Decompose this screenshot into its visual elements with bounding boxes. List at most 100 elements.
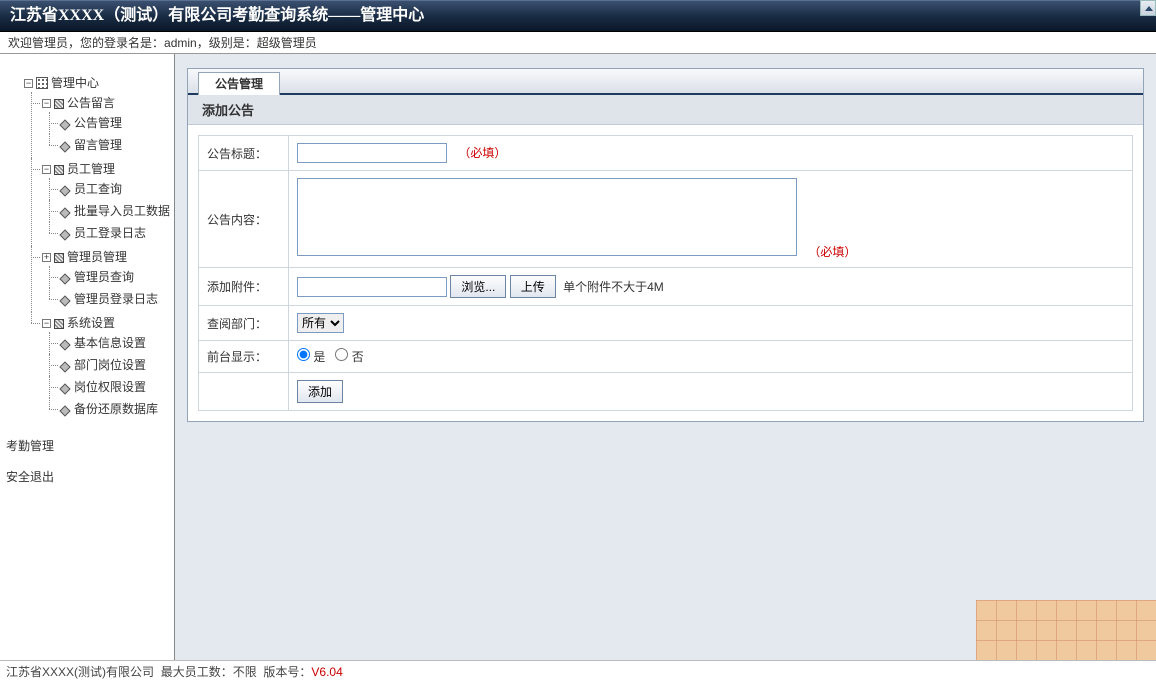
tree-item[interactable]: 基本信息设置 xyxy=(42,332,174,354)
leaf-icon xyxy=(59,229,70,240)
attach-hint: 单个附件不大于4M xyxy=(563,280,664,294)
content-textarea[interactable] xyxy=(297,178,797,256)
tab-active[interactable]: 公告管理 xyxy=(198,72,280,95)
item-label[interactable]: 管理员登录日志 xyxy=(74,292,158,306)
group-label[interactable]: 管理员管理 xyxy=(67,250,127,264)
dept-select[interactable]: 所有 xyxy=(297,313,344,333)
tree-group-0[interactable]: − 公告留言 公告管理 留言管理 xyxy=(24,92,174,158)
leaf-icon xyxy=(59,119,70,130)
label-attach: 添加附件： xyxy=(199,268,289,306)
section-title: 添加公告 xyxy=(188,95,1143,125)
tree-item[interactable]: 公告管理 xyxy=(42,112,174,134)
footer-company: 江苏省XXXX(测试)有限公司 xyxy=(6,665,154,679)
item-label[interactable]: 岗位权限设置 xyxy=(74,380,146,394)
item-label[interactable]: 员工查询 xyxy=(74,182,122,196)
group-label[interactable]: 系统设置 xyxy=(67,316,115,330)
scroll-up-icon[interactable] xyxy=(1140,0,1156,16)
item-label[interactable]: 基本信息设置 xyxy=(74,336,146,350)
item-label[interactable]: 部门岗位设置 xyxy=(74,358,146,372)
collapse-icon[interactable]: − xyxy=(24,79,33,88)
footer: 江苏省XXXX(测试)有限公司 最大员工数：不限 版本号：V6.04 xyxy=(0,660,1156,682)
root-label[interactable]: 管理中心 xyxy=(51,76,99,90)
title-input[interactable] xyxy=(297,143,447,163)
label-show: 前台显示： xyxy=(199,341,289,373)
tree-item[interactable]: 管理员登录日志 xyxy=(42,288,174,310)
collapse-icon[interactable]: − xyxy=(42,99,51,108)
leaf-icon xyxy=(59,207,70,218)
nav-tree: −管理中心 −公告留言 公告管理 留言管理 −员工管理 员工查询 批量导入员工 xyxy=(6,72,174,424)
leaf-icon xyxy=(59,339,70,350)
upload-button[interactable]: 上传 xyxy=(510,275,556,298)
expand-icon[interactable]: + xyxy=(42,253,51,262)
tree-item[interactable]: 备份还原数据库 xyxy=(42,398,174,420)
group-label[interactable]: 公告留言 xyxy=(67,96,115,110)
leaf-icon xyxy=(59,295,70,306)
welcome-mid: ，级别是： xyxy=(197,36,257,50)
collapse-icon[interactable]: − xyxy=(42,165,51,174)
sidebar-item-logout[interactable]: 安全退出 xyxy=(6,465,174,488)
tree-group-2[interactable]: + 管理员管理 管理员查询 管理员登录日志 xyxy=(24,246,174,312)
radio-no-wrap[interactable]: 否 xyxy=(335,350,363,364)
welcome-bar: 欢迎管理员，您的登录名是：admin，级别是：超级管理员 xyxy=(0,32,1156,54)
tree-item[interactable]: 管理员查询 xyxy=(42,266,174,288)
leaf-icon xyxy=(59,273,70,284)
root-icon xyxy=(36,77,48,89)
item-label[interactable]: 公告管理 xyxy=(74,116,122,130)
tree-item[interactable]: 岗位权限设置 xyxy=(42,376,174,398)
item-label[interactable]: 批量导入员工数据 xyxy=(74,204,170,218)
footer-ver-label: 版本号： xyxy=(263,665,311,679)
label-title: 公告标题： xyxy=(199,136,289,171)
collapse-icon[interactable]: − xyxy=(42,319,51,328)
footer-max-value: 不限 xyxy=(233,665,257,679)
folder-icon xyxy=(54,165,64,175)
browse-button[interactable]: 浏览... xyxy=(450,275,506,298)
folder-icon xyxy=(54,253,64,263)
main-area: 公告管理 添加公告 公告标题： （必填） 公告内容： xyxy=(175,54,1156,660)
form-table: 公告标题： （必填） 公告内容： （必填） xyxy=(198,135,1133,411)
tree-item[interactable]: 批量导入员工数据 xyxy=(42,200,174,222)
required-hint: （必填） xyxy=(808,245,856,259)
tree-item[interactable]: 员工查询 xyxy=(42,178,174,200)
app-header: 江苏省XXXX（测试）有限公司考勤查询系统——管理中心 xyxy=(0,0,1156,32)
radio-yes-label: 是 xyxy=(313,350,325,364)
submit-button[interactable]: 添加 xyxy=(297,380,343,403)
item-label[interactable]: 留言管理 xyxy=(74,138,122,152)
tab-row: 公告管理 xyxy=(188,69,1143,95)
attach-path-input[interactable] xyxy=(297,277,447,297)
folder-icon xyxy=(54,319,64,329)
leaf-icon xyxy=(59,405,70,416)
radio-yes[interactable] xyxy=(297,348,310,361)
app-title: 江苏省XXXX（测试）有限公司考勤查询系统——管理中心 xyxy=(10,7,424,24)
sidebar: −管理中心 −公告留言 公告管理 留言管理 −员工管理 员工查询 批量导入员工 xyxy=(0,54,175,660)
sidebar-item-attendance[interactable]: 考勤管理 xyxy=(6,434,174,457)
item-label[interactable]: 备份还原数据库 xyxy=(74,402,158,416)
leaf-icon xyxy=(59,383,70,394)
item-label[interactable]: 管理员查询 xyxy=(74,270,134,284)
leaf-icon xyxy=(59,185,70,196)
form-wrap: 公告标题： （必填） 公告内容： （必填） xyxy=(188,125,1143,421)
content-panel: 公告管理 添加公告 公告标题： （必填） 公告内容： xyxy=(187,68,1144,422)
decorative-grid xyxy=(976,600,1156,660)
group-label[interactable]: 员工管理 xyxy=(67,162,115,176)
required-hint: （必填） xyxy=(458,146,506,160)
tree-group-3[interactable]: − 系统设置 基本信息设置 部门岗位设置 岗位权限设置 备份还原数据库 xyxy=(24,312,174,422)
label-content: 公告内容： xyxy=(199,171,289,268)
tree-item[interactable]: 部门岗位设置 xyxy=(42,354,174,376)
login-name: admin xyxy=(164,36,197,50)
tree-root[interactable]: −管理中心 −公告留言 公告管理 留言管理 −员工管理 员工查询 批量导入员工 xyxy=(6,72,174,424)
tree-group-1[interactable]: − 员工管理 员工查询 批量导入员工数据 员工登录日志 xyxy=(24,158,174,246)
tree-item[interactable]: 员工登录日志 xyxy=(42,222,174,244)
radio-no[interactable] xyxy=(335,348,348,361)
footer-max-label: 最大员工数： xyxy=(161,665,233,679)
radio-no-label: 否 xyxy=(352,350,364,364)
leaf-icon xyxy=(59,141,70,152)
radio-yes-wrap[interactable]: 是 xyxy=(297,350,325,364)
role-name: 超级管理员 xyxy=(257,36,317,50)
footer-ver-value: V6.04 xyxy=(311,665,342,679)
label-empty xyxy=(199,373,289,411)
folder-icon xyxy=(54,99,64,109)
tree-item[interactable]: 留言管理 xyxy=(42,134,174,156)
label-dept: 查阅部门： xyxy=(199,306,289,341)
welcome-prefix: 欢迎管理员，您的登录名是： xyxy=(8,36,164,50)
item-label[interactable]: 员工登录日志 xyxy=(74,226,146,240)
